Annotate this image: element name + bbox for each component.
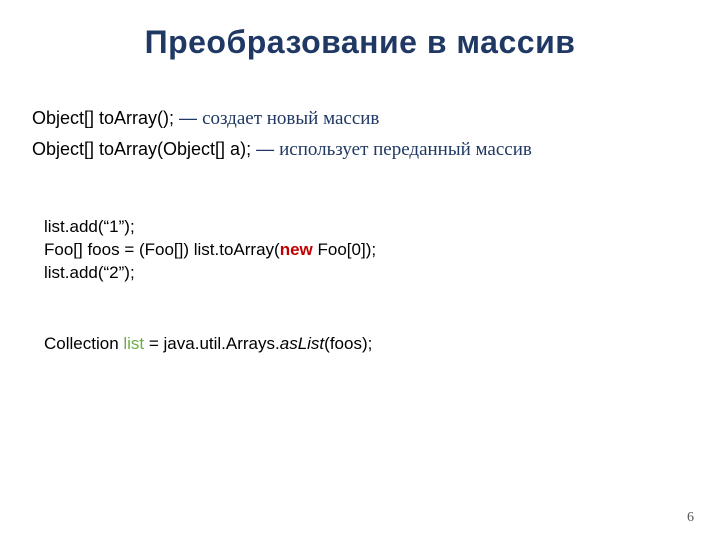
signature-desc: создает новый массив — [202, 108, 379, 129]
signature-desc: использует переданный массив — [279, 139, 532, 160]
code-line: list.add(“2”); — [44, 262, 680, 285]
signature-line: Object[] toArray(Object[] a); — использу… — [32, 134, 680, 165]
code-line: Collection list = java.util.Arrays.asLis… — [44, 333, 680, 356]
signature-code: Object[] toArray(Object[] a); — [32, 139, 251, 159]
code-text: (foos); — [324, 334, 372, 353]
code-block-1: list.add(“1”); Foo[] foos = (Foo[]) list… — [44, 216, 680, 285]
signature-line: Object[] toArray(); — создает новый масс… — [32, 103, 680, 134]
code-text: = java.util.Arrays. — [144, 334, 280, 353]
code-text: Collection — [44, 334, 123, 353]
page-number: 6 — [687, 510, 694, 526]
signature-code: Object[] toArray(); — [32, 108, 174, 128]
signature-block: Object[] toArray(); — создает новый масс… — [32, 103, 680, 166]
code-line: list.add(“1”); — [44, 216, 680, 239]
variable-name: list — [123, 334, 144, 353]
dash: — — [256, 139, 274, 159]
code-block-2: Collection list = java.util.Arrays.asLis… — [44, 333, 680, 356]
dash: — — [179, 108, 197, 128]
code-text: Foo[0]); — [313, 240, 376, 259]
method-name: asList — [280, 334, 324, 353]
keyword-new: new — [280, 240, 313, 259]
slide: Преобразование в массив Object[] toArray… — [0, 0, 720, 540]
code-line: Foo[] foos = (Foo[]) list.toArray(new Fo… — [44, 239, 680, 262]
code-text: Foo[] foos = (Foo[]) list.toArray( — [44, 240, 280, 259]
page-title: Преобразование в массив — [40, 24, 680, 61]
